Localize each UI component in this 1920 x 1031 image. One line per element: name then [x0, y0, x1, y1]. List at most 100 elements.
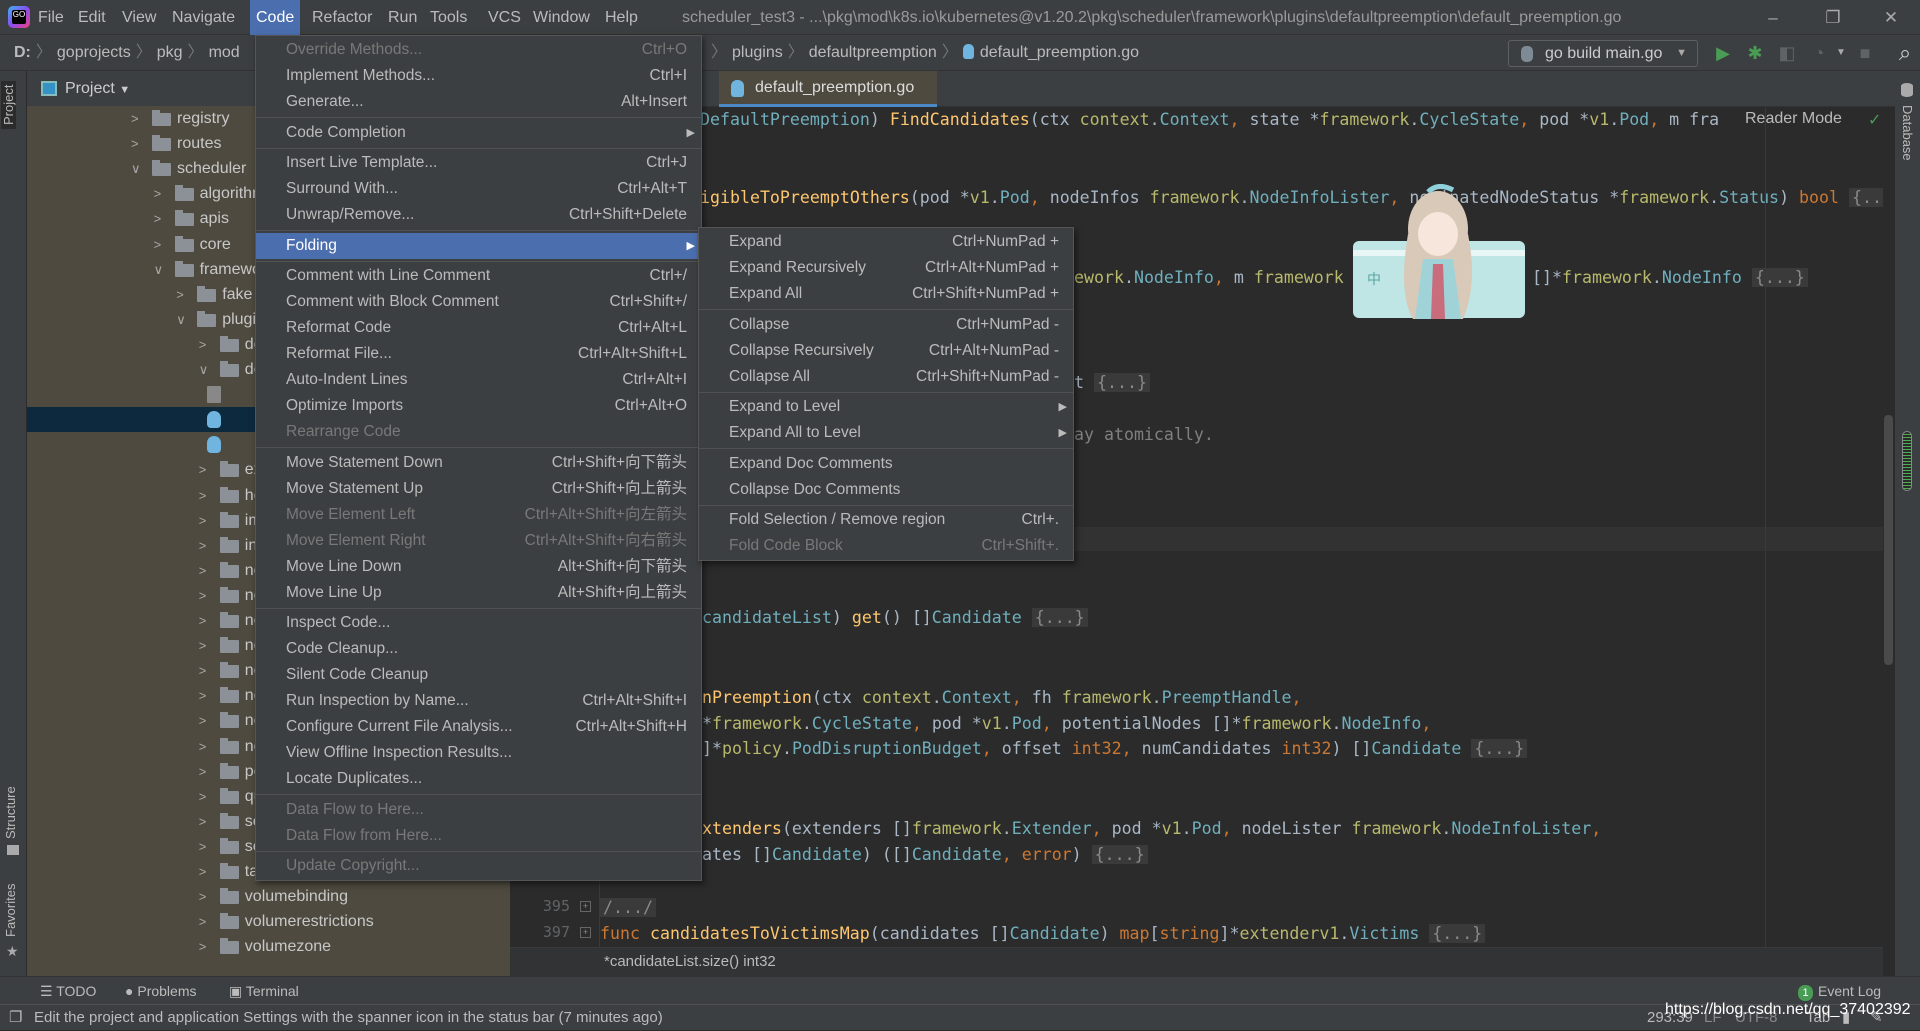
menu-item-override-methods[interactable]: Override Methods... Ctrl+O — [256, 37, 701, 63]
problems-tool-button[interactable]: ● Problems — [125, 977, 197, 1005]
status-toggle-icon[interactable]: ❐ — [9, 1005, 22, 1031]
terminal-tool-button[interactable]: ▣ Terminal — [229, 977, 299, 1005]
chevron-right-icon[interactable]: > — [199, 457, 207, 482]
menu-item-folding[interactable]: Folding ▶ — [256, 232, 701, 259]
favorites-tool-tab[interactable]: Favorites — [3, 884, 18, 937]
project-view-selector[interactable]: Project — [65, 80, 115, 97]
folded-code-marker[interactable]: {...} — [1093, 373, 1150, 392]
folded-code-marker[interactable]: {...} — [1091, 845, 1148, 864]
menu-item-unwrap-remove[interactable]: Unwrap/Remove... Ctrl+Shift+Delete — [256, 202, 701, 228]
breadcrumb-item[interactable]: default_preemption.go — [980, 44, 1139, 61]
chevron-right-icon[interactable]: > — [199, 583, 207, 608]
menu-item-move-line-down[interactable]: Move Line Down Alt+Shift+向下箭头 — [256, 554, 701, 580]
run-config-selector[interactable]: go build main.go ▼ — [1508, 40, 1698, 67]
menu-item-surround-with[interactable]: Surround With... Ctrl+Alt+T — [256, 176, 701, 202]
chevron-right-icon[interactable]: > — [199, 809, 207, 834]
editor-scrollbar-thumb[interactable] — [1884, 415, 1893, 665]
menu-item-fold-selection-remove-region[interactable]: Fold Selection / Remove region Ctrl+. — [699, 507, 1073, 533]
menu-view[interactable]: View — [116, 0, 162, 35]
search-icon[interactable]: ⌕ — [1892, 35, 1918, 71]
menu-item-expand-recursively[interactable]: Expand Recursively Ctrl+Alt+NumPad + — [699, 255, 1073, 281]
breadcrumb-item[interactable]: defaultpreemption — [809, 44, 937, 61]
menu-item-code-cleanup[interactable]: Code Cleanup... — [256, 636, 701, 662]
chevron-down-icon[interactable]: ▼ — [119, 84, 130, 96]
chevron-right-icon[interactable]: > — [199, 834, 207, 859]
menu-item-collapse-all[interactable]: Collapse All Ctrl+Shift+NumPad - — [699, 364, 1073, 390]
breadcrumb-item[interactable]: plugins — [732, 44, 783, 61]
chevron-right-icon[interactable]: > — [199, 608, 207, 633]
database-tool-tab[interactable]: Database — [1900, 105, 1915, 161]
chevron-right-icon[interactable]: > — [199, 683, 207, 708]
debug-icon[interactable]: ✱ — [1742, 35, 1768, 71]
chevron-right-icon[interactable]: > — [199, 909, 207, 934]
chevron-right-icon[interactable]: > — [199, 483, 207, 508]
close-button[interactable]: ✕ — [1871, 0, 1911, 35]
menu-item-comment-with-line-comment[interactable]: Comment with Line Comment Ctrl+/ — [256, 263, 701, 289]
menu-refactor[interactable]: Refactor — [306, 0, 378, 35]
menu-item-view-offline-inspection-results[interactable]: View Offline Inspection Results... — [256, 740, 701, 766]
menu-item-fold-code-block[interactable]: Fold Code Block Ctrl+Shift+. — [699, 533, 1073, 559]
menu-item-move-statement-up[interactable]: Move Statement Up Ctrl+Shift+向上箭头 — [256, 476, 701, 502]
menu-item-collapse-doc-comments[interactable]: Collapse Doc Comments — [699, 477, 1073, 503]
tab-default-preemption-go[interactable]: default_preemption.go × — [719, 71, 937, 130]
tree-row[interactable]: > volumerestrictions — [27, 909, 510, 934]
chevron-right-icon[interactable]: > — [154, 181, 162, 206]
chevron-right-icon[interactable]: > — [199, 658, 207, 683]
menu-vcs[interactable]: VCS — [482, 0, 527, 35]
menu-item-code-completion[interactable]: Code Completion ▶ — [256, 120, 701, 146]
menu-item-optimize-imports[interactable]: Optimize Imports Ctrl+Alt+O — [256, 393, 701, 419]
menu-window[interactable]: Window — [527, 0, 596, 35]
menu-item-expand-all[interactable]: Expand All Ctrl+Shift+NumPad + — [699, 281, 1073, 307]
menu-item-data-flow-to-here[interactable]: Data Flow to Here... — [256, 797, 701, 823]
menu-item-move-statement-down[interactable]: Move Statement Down Ctrl+Shift+向下箭头 — [256, 450, 701, 476]
chevron-right-icon[interactable]: > — [199, 934, 207, 959]
menu-item-collapse[interactable]: Collapse Ctrl+NumPad - — [699, 312, 1073, 338]
menu-code[interactable]: Code — [250, 0, 301, 35]
chevron-right-icon[interactable]: > — [199, 784, 207, 809]
menu-item-insert-live-template[interactable]: Insert Live Template... Ctrl+J — [256, 150, 701, 176]
folded-code-marker[interactable]: {...} — [1751, 268, 1808, 287]
menu-item-locate-duplicates[interactable]: Locate Duplicates... — [256, 766, 701, 792]
menu-item-reformat-file[interactable]: Reformat File... Ctrl+Alt+Shift+L — [256, 341, 701, 367]
menu-file[interactable]: File — [32, 0, 70, 35]
chevron-right-icon[interactable]: > — [154, 206, 162, 231]
chevron-right-icon[interactable]: > — [199, 884, 207, 909]
menu-item-expand[interactable]: Expand Ctrl+NumPad + — [699, 229, 1073, 255]
menu-item-rearrange-code[interactable]: Rearrange Code — [256, 419, 701, 445]
chevron-down-icon[interactable]: ▼ — [1828, 35, 1854, 71]
chevron-right-icon[interactable]: > — [199, 533, 207, 558]
restore-button[interactable]: ❐ — [1813, 0, 1853, 35]
stop-icon[interactable]: ■ — [1852, 35, 1878, 71]
menu-item-generate[interactable]: Generate... Alt+Insert — [256, 89, 701, 115]
menu-item-move-line-up[interactable]: Move Line Up Alt+Shift+向上箭头 — [256, 580, 701, 606]
menu-item-expand-doc-comments[interactable]: Expand Doc Comments — [699, 451, 1073, 477]
chevron-right-icon[interactable]: > — [176, 282, 184, 307]
menu-item-run-inspection-by-name[interactable]: Run Inspection by Name... Ctrl+Alt+Shift+… — [256, 688, 701, 714]
chevron-right-icon[interactable]: > — [199, 759, 207, 784]
chevron-down-icon[interactable]: ∨ — [131, 156, 141, 181]
chevron-right-icon[interactable]: > — [154, 232, 162, 257]
minimize-button[interactable]: – — [1753, 0, 1793, 35]
menu-item-update-copyright[interactable]: Update Copyright... — [256, 853, 701, 879]
chevron-right-icon[interactable]: > — [199, 508, 207, 533]
chevron-down-icon[interactable]: ∨ — [176, 307, 186, 332]
chevron-down-icon[interactable]: ∨ — [154, 257, 164, 282]
status-message[interactable]: Edit the project and application Setting… — [34, 1005, 663, 1031]
menu-run[interactable]: Run — [382, 0, 423, 35]
coverage-icon[interactable]: ◧ — [1774, 35, 1800, 71]
chevron-down-icon[interactable]: ∨ — [199, 357, 209, 382]
tree-row[interactable]: > volumebinding — [27, 884, 510, 909]
run-icon[interactable]: ▶ — [1710, 35, 1736, 71]
chevron-right-icon[interactable]: > — [199, 734, 207, 759]
breadcrumb-item[interactable]: mod — [209, 44, 240, 61]
breadcrumb-item[interactable]: pkg — [157, 44, 183, 61]
project-tool-tab[interactable]: Project — [1, 80, 16, 129]
menu-item-auto-indent-lines[interactable]: Auto-Indent Lines Ctrl+Alt+I — [256, 367, 701, 393]
chevron-right-icon[interactable]: > — [199, 708, 207, 733]
tree-row[interactable]: > volumezone — [27, 934, 510, 959]
chevron-right-icon[interactable]: > — [199, 558, 207, 583]
fold-expand-icon[interactable]: + — [580, 901, 591, 912]
menu-item-configure-current-file-analysis[interactable]: Configure Current File Analysis... Ctrl+A… — [256, 714, 701, 740]
fold-expand-icon[interactable]: + — [580, 927, 591, 938]
chevron-right-icon[interactable]: > — [131, 131, 139, 156]
